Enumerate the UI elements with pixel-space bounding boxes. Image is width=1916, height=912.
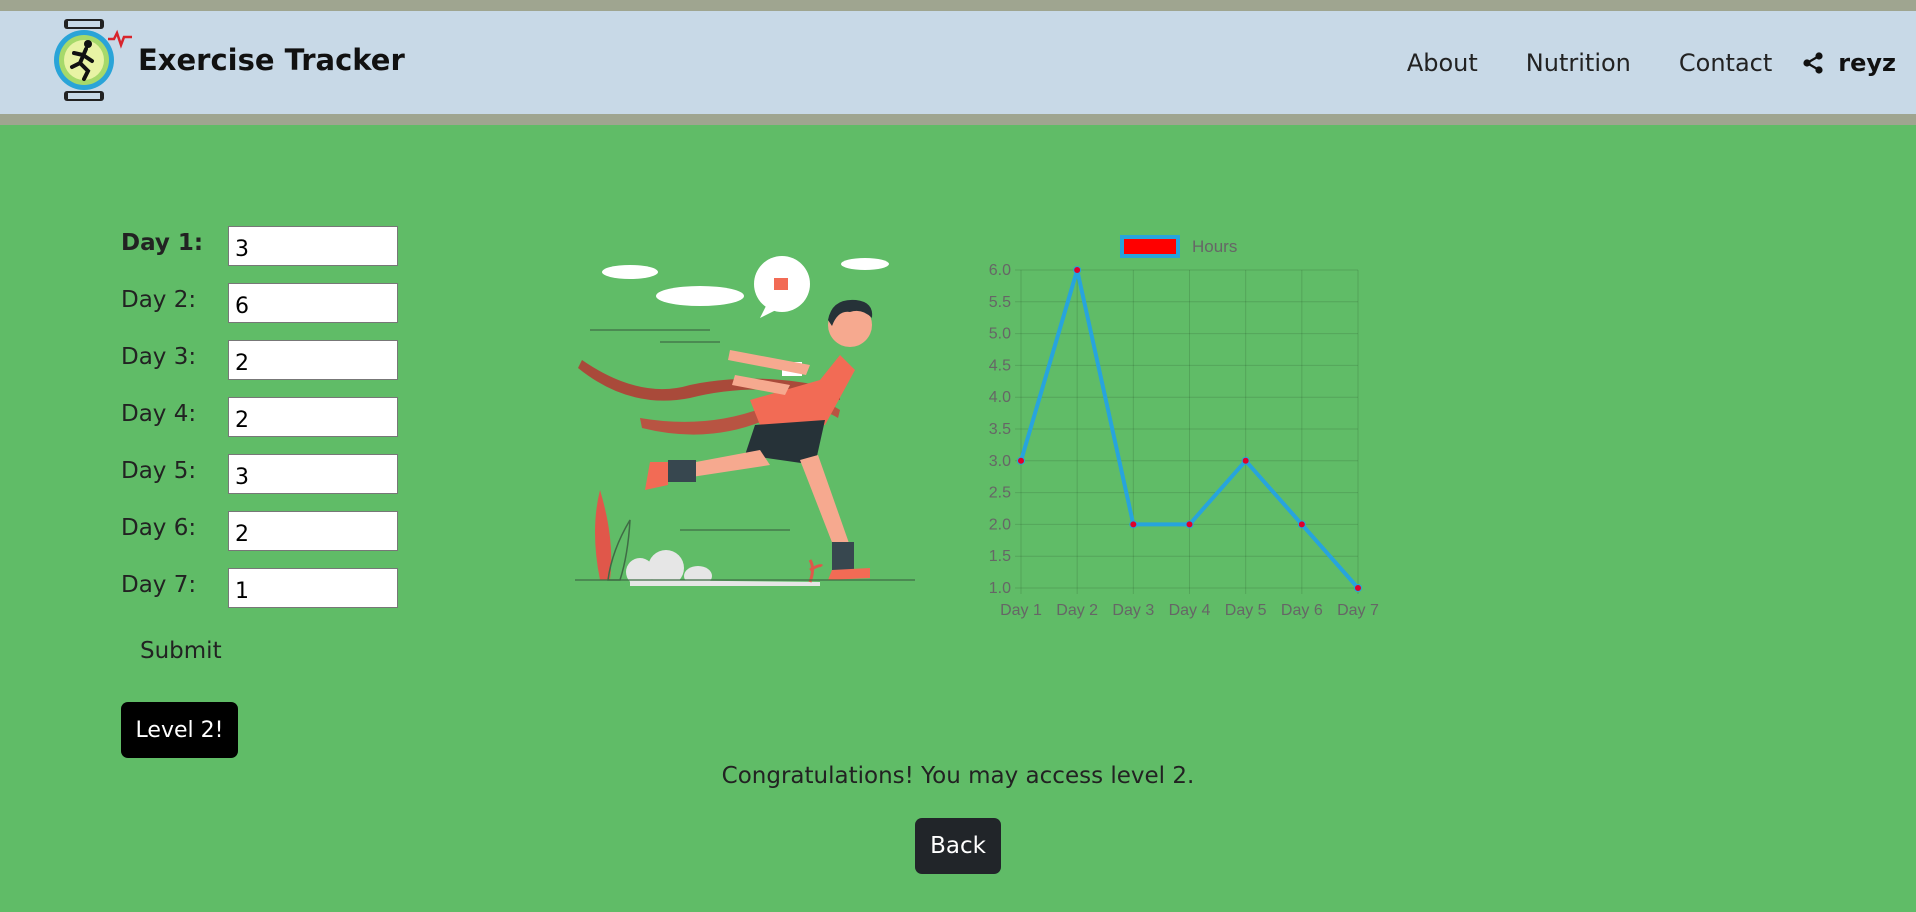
x-tick-label: Day 5 <box>1225 602 1267 619</box>
running-watch-icon <box>54 19 132 101</box>
day-5-label: Day 5: <box>121 458 197 484</box>
congrats-message: Congratulations! You may access level 2. <box>721 763 1195 789</box>
hours-form: Day 1: Day 2: Day 3: Day 4: Day 5: Day 6… <box>121 226 398 625</box>
runner-illustration <box>575 256 915 586</box>
y-tick-label: 4.0 <box>989 389 1011 406</box>
share-icon <box>1803 51 1823 74</box>
day-1-input[interactable] <box>228 226 398 266</box>
y-tick-label: 2.0 <box>989 516 1011 533</box>
day-6-input[interactable] <box>228 511 398 551</box>
y-tick-label: 1.5 <box>989 548 1011 565</box>
hours-line-chart: 1.0 1.5 2.0 2.5 3.0 3.5 4.0 4.5 5.0 5.5 6.0 Day 1 Da… <box>989 235 1379 619</box>
y-tick-label: 6.0 <box>989 262 1011 279</box>
day-row: Day 2: <box>121 283 398 340</box>
day-5-input[interactable] <box>228 454 398 494</box>
day-row: Day 5: <box>121 454 398 511</box>
day-7-input[interactable] <box>228 568 398 608</box>
day-3-input[interactable] <box>228 340 398 380</box>
x-tick-label: Day 4 <box>1169 602 1211 619</box>
user-name: reyz <box>1838 48 1896 77</box>
y-tick-label: 2.5 <box>989 485 1011 502</box>
day-3-label: Day 3: <box>121 344 197 370</box>
nav-contact[interactable]: Contact <box>1679 49 1772 77</box>
data-point <box>1297 520 1306 529</box>
nav-nutrition[interactable]: Nutrition <box>1526 49 1631 77</box>
data-point <box>1017 456 1025 465</box>
day-row: Day 4: <box>121 397 398 454</box>
nav-links: About Nutrition Contact reyz <box>1407 11 1916 114</box>
day-row: Day 1: <box>121 226 398 283</box>
back-button[interactable]: Back <box>915 818 1001 874</box>
day-row: Day 3: <box>121 340 398 397</box>
submit-button[interactable]: Submit <box>140 638 222 664</box>
legend-label: Hours <box>1192 237 1237 256</box>
legend-swatch <box>1120 235 1180 258</box>
data-point <box>1241 456 1250 465</box>
data-point <box>1185 520 1194 529</box>
day-4-input[interactable] <box>228 397 398 437</box>
x-tick-label: Day 6 <box>1281 602 1323 619</box>
level-2-button[interactable]: Level 2! <box>121 702 238 758</box>
x-tick-label: Day 7 <box>1337 602 1379 619</box>
x-tick-label: Day 2 <box>1056 602 1098 619</box>
y-tick-label: 3.0 <box>989 453 1011 470</box>
data-point <box>1354 584 1362 592</box>
brand-title: Exercise Tracker <box>138 43 405 77</box>
top-stripe <box>0 0 1916 11</box>
y-tick-label: 5.5 <box>989 294 1011 311</box>
share-user[interactable]: reyz <box>1802 49 1896 77</box>
y-tick-label: 4.5 <box>989 357 1011 374</box>
day-7-label: Day 7: <box>121 572 197 598</box>
brand[interactable]: Exercise Tracker <box>54 17 405 103</box>
day-6-label: Day 6: <box>121 515 197 541</box>
x-tick-label: Day 1 <box>1000 602 1042 619</box>
nav-about[interactable]: About <box>1407 49 1478 77</box>
day-2-label: Day 2: <box>121 287 197 313</box>
data-point <box>1129 520 1138 529</box>
x-tick-label: Day 3 <box>1112 602 1154 619</box>
day-1-label: Day 1: <box>121 230 204 256</box>
y-tick-label: 5.0 <box>989 326 1011 343</box>
y-tick-label: 3.5 <box>989 421 1011 438</box>
data-point <box>1073 266 1082 274</box>
nav-bottom-stripe <box>0 114 1916 125</box>
day-4-label: Day 4: <box>121 401 197 427</box>
day-row: Day 6: <box>121 511 398 568</box>
day-2-input[interactable] <box>228 283 398 323</box>
navbar: Exercise Tracker About Nutrition Contact… <box>0 11 1916 114</box>
y-tick-label: 1.0 <box>989 580 1011 597</box>
day-row: Day 7: <box>121 568 398 625</box>
